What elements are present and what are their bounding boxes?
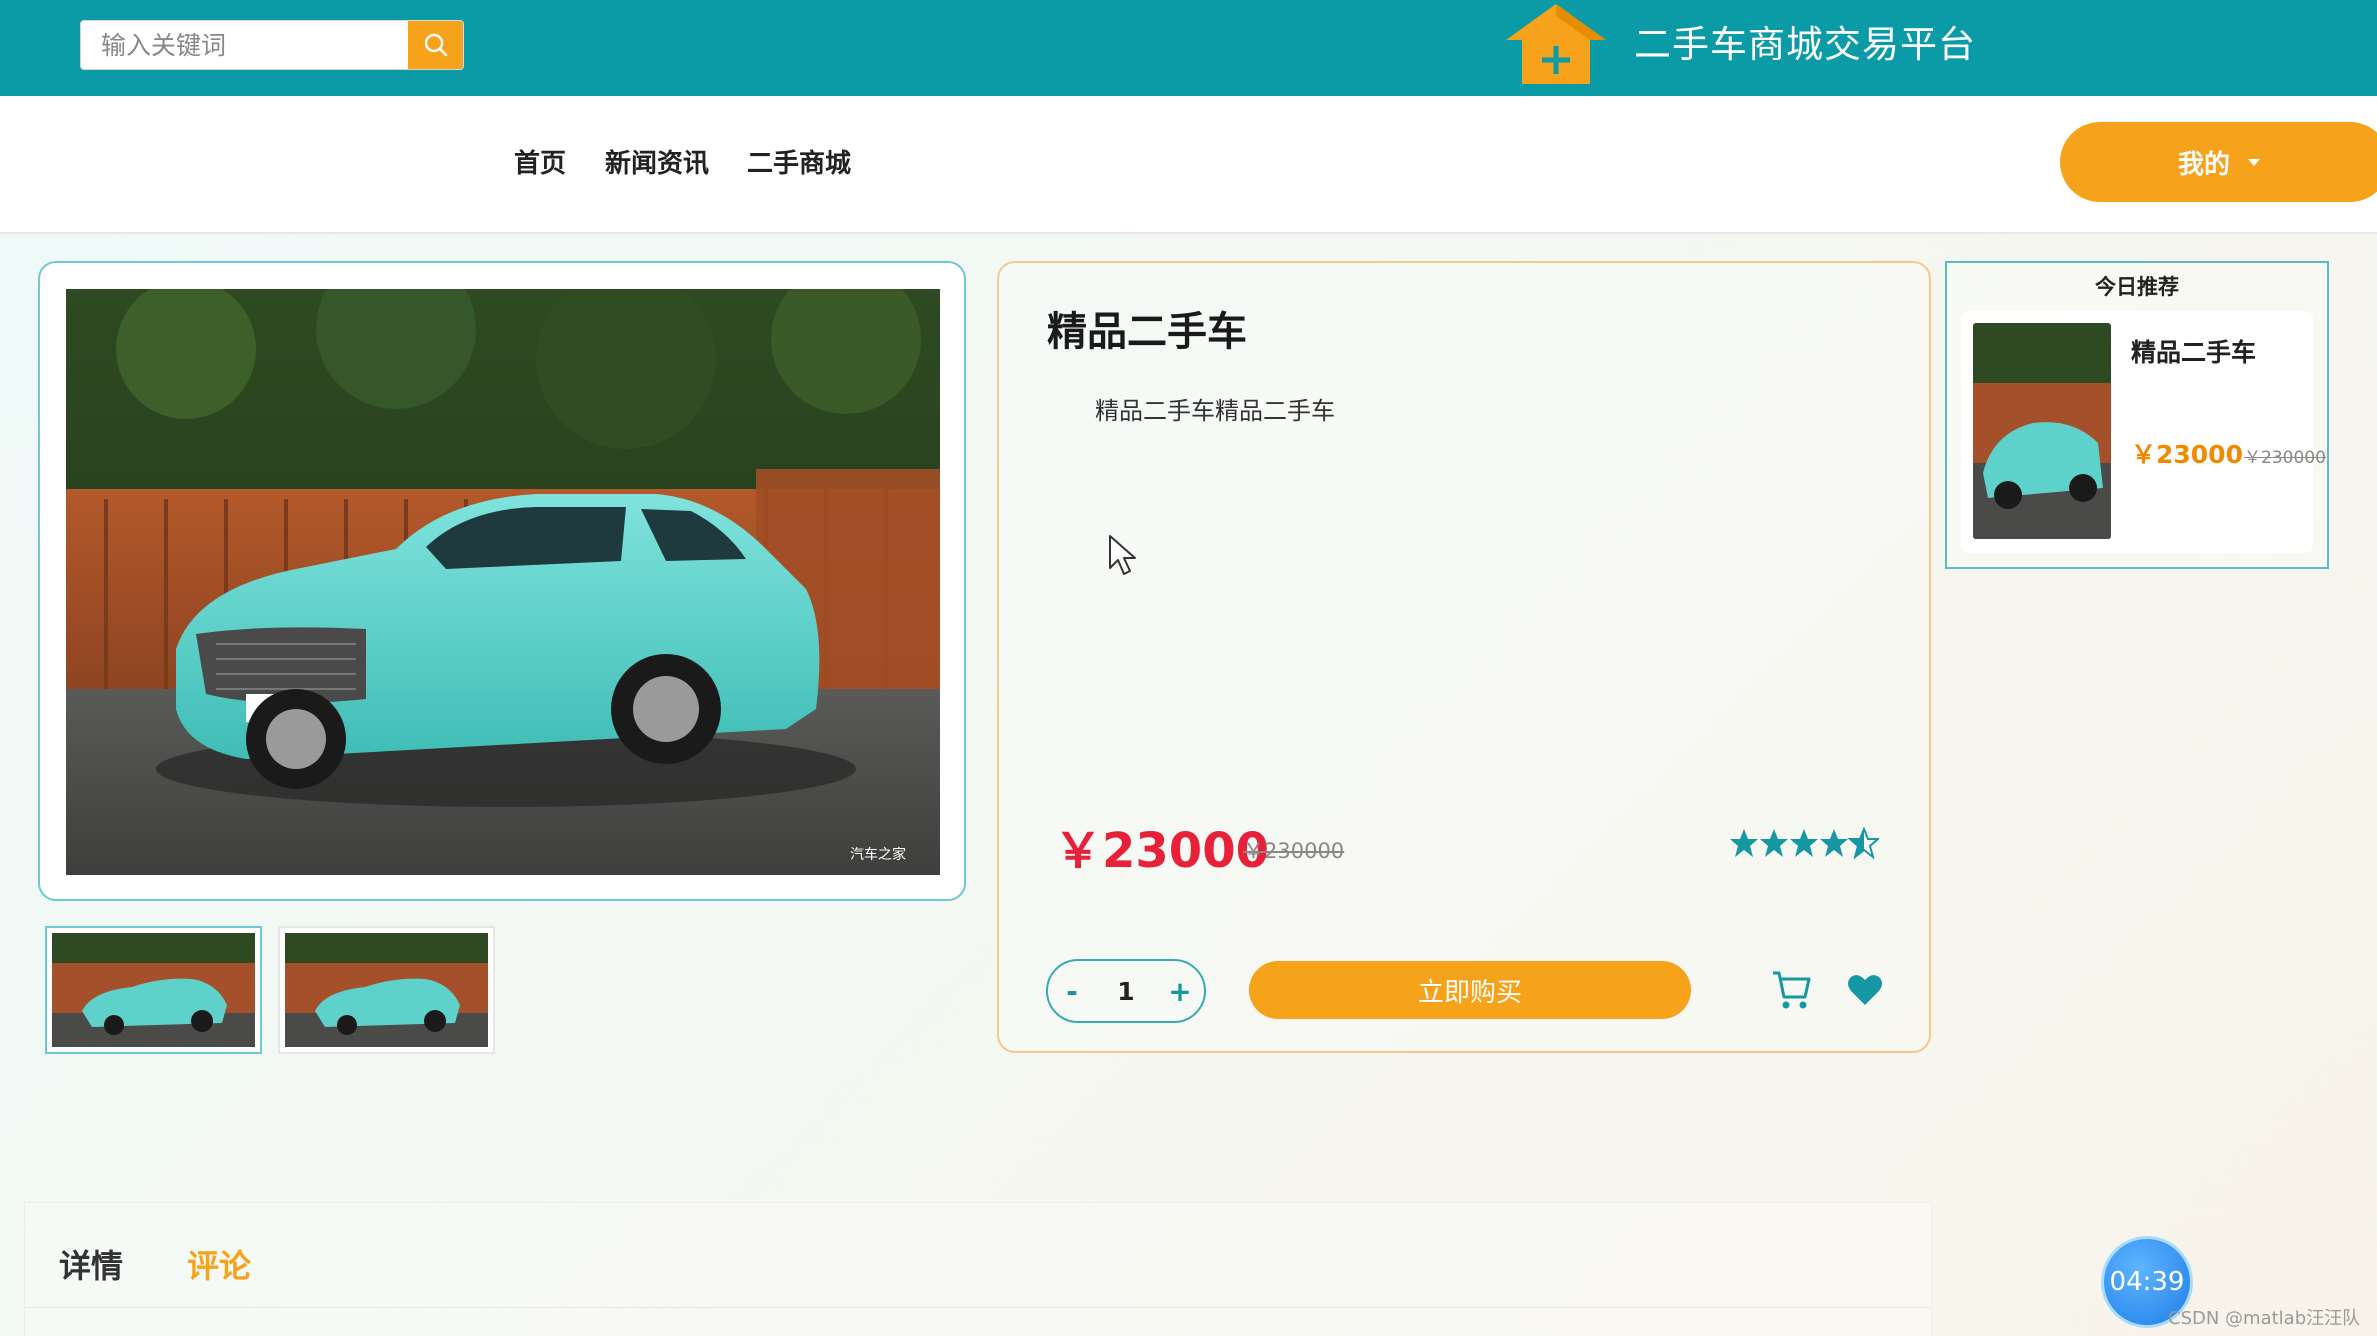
star-icon (1820, 829, 1848, 857)
product-info-card: 精品二手车 精品二手车精品二手车 ￥23000 ￥230000 - 1 + 立即… (997, 261, 1931, 1053)
nav-item-home[interactable]: 首页 (514, 146, 566, 182)
heart-icon[interactable] (1847, 973, 1883, 1007)
recommend-item-price: ￥23000 (2131, 440, 2243, 469)
shopping-cart-icon[interactable] (1771, 969, 1811, 1011)
mine-dropdown-button[interactable]: 我的 (2060, 122, 2377, 202)
recommend-panel: 今日推荐 精品二手车 ￥23000 ￥230000 (1945, 261, 2329, 569)
product-price: ￥23000 (1054, 823, 1269, 879)
search-box (80, 20, 464, 70)
detail-tabs-panel: 详情 评论 (24, 1202, 1932, 1336)
recommend-item-original-price: ￥230000 (2244, 448, 2326, 468)
thumbnail-2[interactable] (278, 926, 495, 1054)
mouse-cursor-icon (1109, 535, 1136, 575)
search-input[interactable] (81, 21, 411, 69)
nav-item-news[interactable]: 新闻资讯 (605, 146, 709, 182)
product-original-price: ￥230000 (1243, 839, 1345, 863)
quantity-decrease-button[interactable]: - (1048, 975, 1096, 1008)
product-image-card: 汽车之家 (38, 261, 966, 901)
quantity-stepper: - 1 + (1046, 959, 1206, 1023)
product-description: 精品二手车精品二手车 (1095, 397, 1335, 425)
car-photo-image: 汽车之家 (66, 289, 940, 875)
thumbnail-image (52, 933, 255, 1047)
recommend-item-card[interactable]: 精品二手车 ￥23000 ￥230000 (1961, 311, 2326, 553)
mine-label: 我的 (2178, 149, 2231, 180)
thumbnail-image (285, 933, 488, 1047)
rating-stars (1730, 827, 1879, 859)
site-title: 二手车商城交易平台 (1634, 23, 1976, 66)
star-icon (1790, 829, 1818, 857)
top-bar: 二手车商城交易平台 (0, 0, 2377, 96)
quantity-increase-button[interactable]: + (1156, 975, 1204, 1008)
recommend-car-image (1973, 323, 2111, 539)
star-icon (1730, 829, 1758, 857)
search-icon (424, 33, 447, 57)
recommend-item-photo[interactable] (1973, 323, 2111, 539)
product-title: 精品二手车 (1047, 309, 1247, 355)
star-icon (1760, 829, 1788, 857)
recommend-heading: 今日推荐 (2095, 275, 2179, 299)
tab-comment[interactable]: 评论 (187, 1241, 251, 1287)
buy-now-button[interactable]: 立即购买 (1249, 961, 1691, 1019)
csdn-watermark: CSDN @matlab汪汪队 (2168, 1308, 2361, 1329)
tab-detail[interactable]: 详情 (59, 1241, 123, 1287)
search-button[interactable] (408, 21, 463, 69)
nav-bar: 首页 新闻资讯 二手商城 我的 (0, 96, 2377, 234)
tab-divider (25, 1307, 1931, 1308)
quantity-value[interactable]: 1 (1096, 977, 1156, 1006)
house-plus-icon (1506, 4, 1606, 84)
recommend-item-title: 精品二手车 (2131, 338, 2257, 367)
nav-item-mall[interactable]: 二手商城 (747, 146, 851, 182)
product-main-photo[interactable]: 汽车之家 (66, 289, 940, 875)
thumbnail-1[interactable] (45, 926, 262, 1054)
photo-watermark: 汽车之家 (850, 846, 906, 863)
caret-down-icon (2248, 158, 2261, 166)
